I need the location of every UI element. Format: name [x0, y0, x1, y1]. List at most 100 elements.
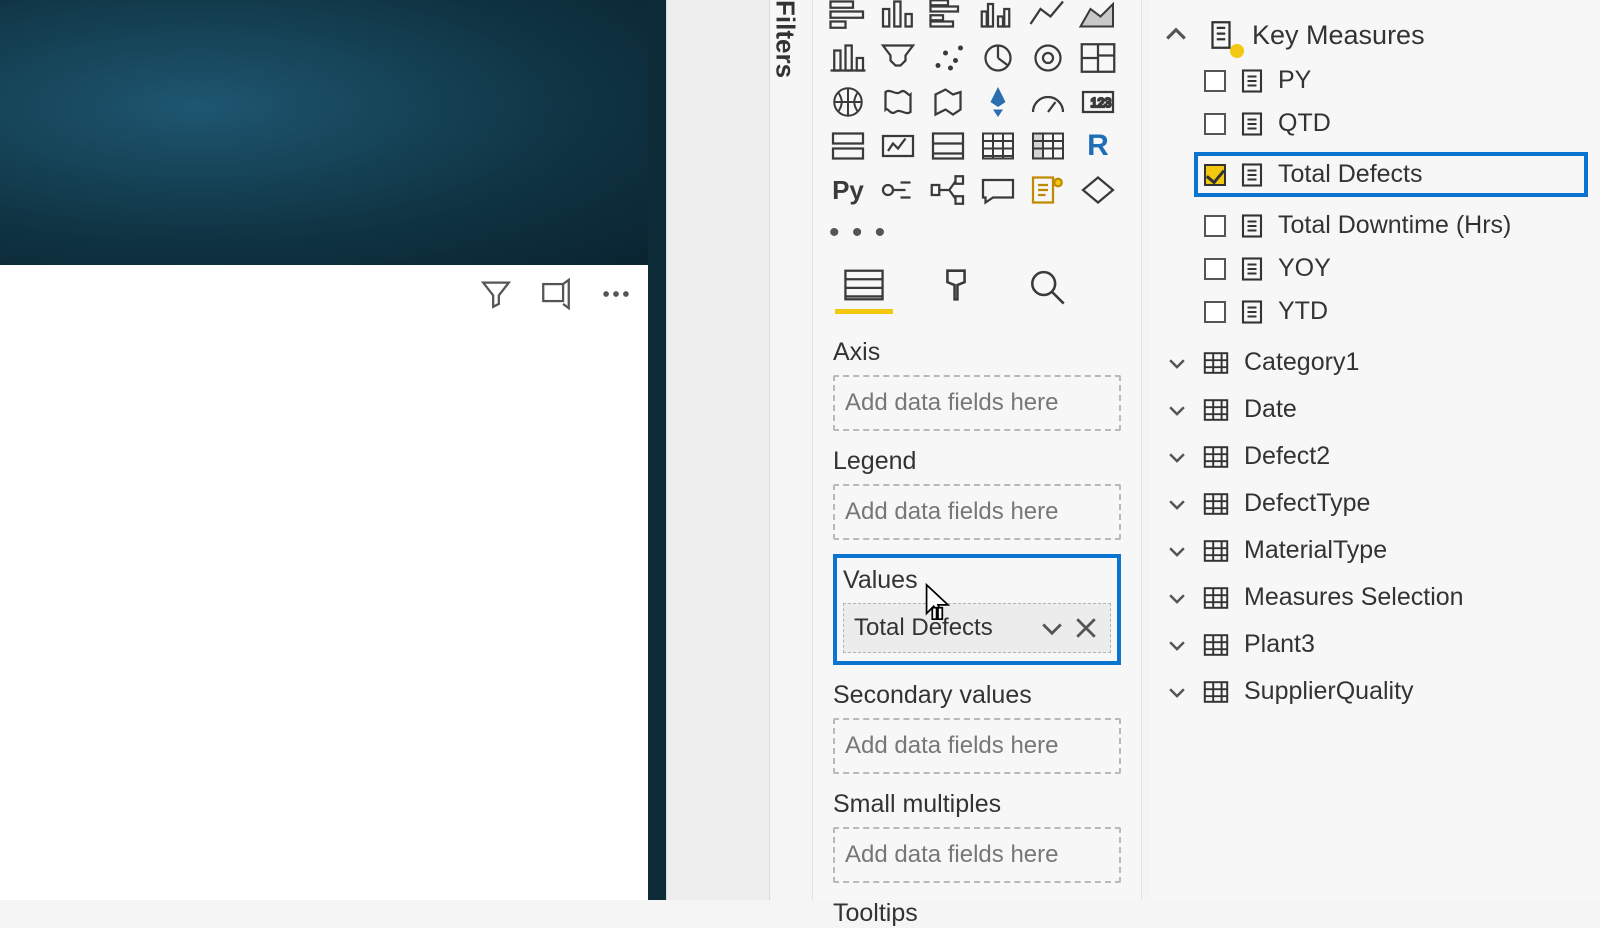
table-row[interactable]: MaterialType: [1166, 536, 1588, 565]
fields-pane: Key Measures PY QTD Total Defects To: [1150, 0, 1600, 900]
measure-row[interactable]: PY: [1204, 66, 1588, 95]
legend-well-label: Legend: [833, 447, 1121, 476]
table-row[interactable]: DefectType: [1166, 489, 1588, 518]
viz-column-icon[interactable]: [823, 36, 873, 80]
viz-pie-icon[interactable]: [973, 36, 1023, 80]
viz-card-icon[interactable]: 123: [1073, 80, 1123, 124]
fields-tab[interactable]: [835, 260, 893, 314]
checkbox[interactable]: [1204, 70, 1226, 92]
measure-icon: [1240, 112, 1264, 136]
close-icon[interactable]: [1072, 614, 1100, 642]
measure-name: Total Downtime (Hrs): [1278, 211, 1511, 240]
table-row[interactable]: Category1: [1166, 348, 1588, 377]
more-visuals-icon[interactable]: • • •: [823, 212, 1131, 254]
viz-matrix-icon[interactable]: [1023, 124, 1073, 168]
checkbox[interactable]: [1204, 301, 1226, 323]
checkbox[interactable]: [1204, 215, 1226, 237]
table-icon: [1202, 349, 1230, 377]
viz-kpi-icon[interactable]: [873, 124, 923, 168]
measure-row[interactable]: YTD: [1204, 297, 1588, 326]
viz-qna-icon[interactable]: [973, 168, 1023, 212]
checkbox[interactable]: [1204, 258, 1226, 280]
viz-funnel-icon[interactable]: [873, 36, 923, 80]
svg-text:123: 123: [1091, 96, 1112, 110]
viz-clustered-bar-icon[interactable]: [923, 0, 973, 36]
chevron-down-icon[interactable]: [1166, 399, 1188, 421]
table-name: Date: [1244, 395, 1297, 424]
table-row[interactable]: SupplierQuality: [1166, 677, 1588, 706]
table-icon: [1202, 537, 1230, 565]
viz-slicer-icon[interactable]: [923, 124, 973, 168]
secondary-values-well-drop[interactable]: Add data fields here: [833, 718, 1121, 774]
legend-well-drop[interactable]: Add data fields here: [833, 484, 1121, 540]
viz-area-icon[interactable]: [1073, 0, 1123, 36]
checkbox-checked[interactable]: [1204, 164, 1226, 186]
measure-icon: [1240, 163, 1264, 187]
values-pill-text: Total Defects: [854, 614, 993, 642]
table-icon: [1202, 631, 1230, 659]
canvas-background: [0, 0, 660, 265]
small-multiples-well-drop[interactable]: Add data fields here: [833, 827, 1121, 883]
focus-mode-icon[interactable]: [537, 275, 575, 313]
axis-well-drop[interactable]: Add data fields here: [833, 375, 1121, 431]
table-row[interactable]: Date: [1166, 395, 1588, 424]
chevron-down-icon[interactable]: [1166, 634, 1188, 656]
table-row[interactable]: Measures Selection: [1166, 583, 1588, 612]
fields-folder-header[interactable]: Key Measures: [1162, 18, 1588, 52]
table-name: MaterialType: [1244, 536, 1387, 565]
chevron-down-icon[interactable]: [1166, 352, 1188, 374]
chevron-up-icon[interactable]: [1162, 21, 1190, 49]
viz-shape-map-icon[interactable]: [923, 80, 973, 124]
chevron-down-icon[interactable]: [1166, 681, 1188, 703]
viz-r-icon[interactable]: R: [1073, 124, 1123, 168]
viz-decomposition-tree-icon[interactable]: [923, 168, 973, 212]
viz-multirow-card-icon[interactable]: [823, 124, 873, 168]
chevron-down-icon[interactable]: [1166, 446, 1188, 468]
table-row[interactable]: Plant3: [1166, 630, 1588, 659]
table-row[interactable]: Defect2: [1166, 442, 1588, 471]
measure-row[interactable]: Total Downtime (Hrs): [1204, 211, 1588, 240]
viz-filled-map-icon[interactable]: [873, 80, 923, 124]
viz-stacked-bar-icon[interactable]: [823, 0, 873, 36]
viz-smart-narrative-icon[interactable]: [1023, 168, 1073, 212]
viz-scatter-icon[interactable]: [923, 36, 973, 80]
values-well-pill[interactable]: Total Defects: [843, 603, 1111, 653]
format-tab[interactable]: [927, 260, 985, 314]
viz-key-influencers-icon[interactable]: [873, 168, 923, 212]
measure-name: Total Defects: [1278, 160, 1423, 189]
chevron-down-icon[interactable]: [1166, 587, 1188, 609]
viz-python-icon[interactable]: Py: [823, 168, 873, 212]
filters-pane-collapsed[interactable]: Filters: [770, 0, 800, 80]
table-name: Defect2: [1244, 442, 1330, 471]
viz-clustered-column-icon[interactable]: [973, 0, 1023, 36]
visualization-gallery: 123 R Py: [823, 0, 1131, 212]
measure-name: PY: [1278, 66, 1311, 95]
viz-treemap-icon[interactable]: [1073, 36, 1123, 80]
checkbox[interactable]: [1204, 113, 1226, 135]
chevron-down-icon[interactable]: [1038, 614, 1066, 642]
measure-name: YTD: [1278, 297, 1328, 326]
canvas-edge: [648, 0, 666, 900]
viz-donut-icon[interactable]: [1023, 36, 1073, 80]
format-mode-tabs: [823, 254, 1131, 314]
measure-row[interactable]: YOY: [1204, 254, 1588, 283]
report-canvas[interactable]: [0, 0, 770, 900]
chevron-down-icon[interactable]: [1166, 493, 1188, 515]
viz-stacked-column-icon[interactable]: [873, 0, 923, 36]
viz-line-icon[interactable]: [1023, 0, 1073, 36]
table-name: DefectType: [1244, 489, 1370, 518]
more-options-icon[interactable]: [597, 275, 635, 313]
viz-get-more-icon[interactable]: [1073, 168, 1123, 212]
viz-azure-map-icon[interactable]: [973, 80, 1023, 124]
viz-table-icon[interactable]: [973, 124, 1023, 168]
viz-gauge-icon[interactable]: [1023, 80, 1073, 124]
filter-icon[interactable]: [477, 275, 515, 313]
measure-row-highlight[interactable]: Total Defects: [1194, 152, 1588, 197]
chevron-down-icon[interactable]: [1166, 540, 1188, 562]
measure-icon: [1240, 257, 1264, 281]
measure-row[interactable]: QTD: [1204, 109, 1588, 138]
secondary-values-well-label: Secondary values: [833, 681, 1121, 710]
analytics-tab[interactable]: [1019, 260, 1077, 314]
visual-placeholder[interactable]: [0, 265, 648, 900]
viz-map-icon[interactable]: [823, 80, 873, 124]
